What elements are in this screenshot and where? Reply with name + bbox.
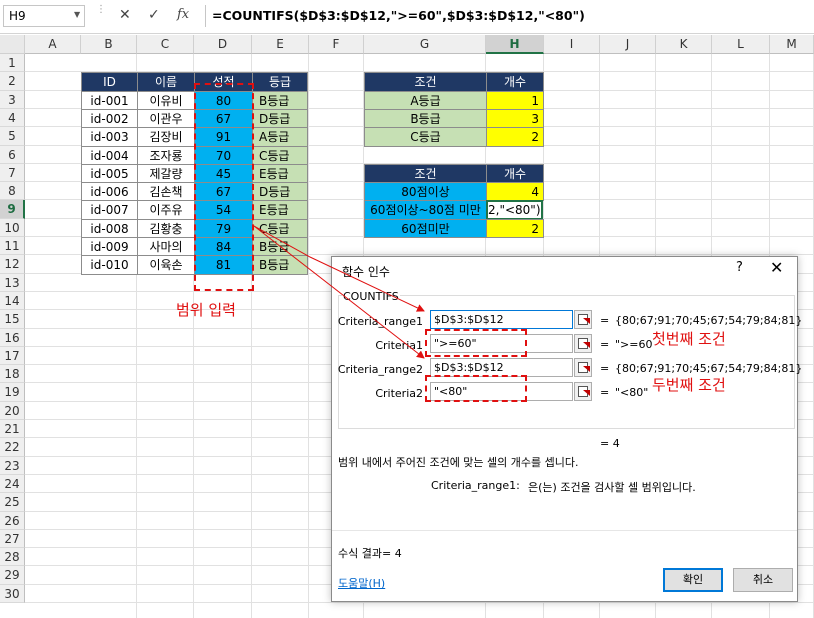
annotation-arrows — [253, 225, 425, 359]
arrow-to-criteria-range2 — [253, 225, 425, 359]
arrow-to-criteria-range1 — [253, 225, 425, 312]
